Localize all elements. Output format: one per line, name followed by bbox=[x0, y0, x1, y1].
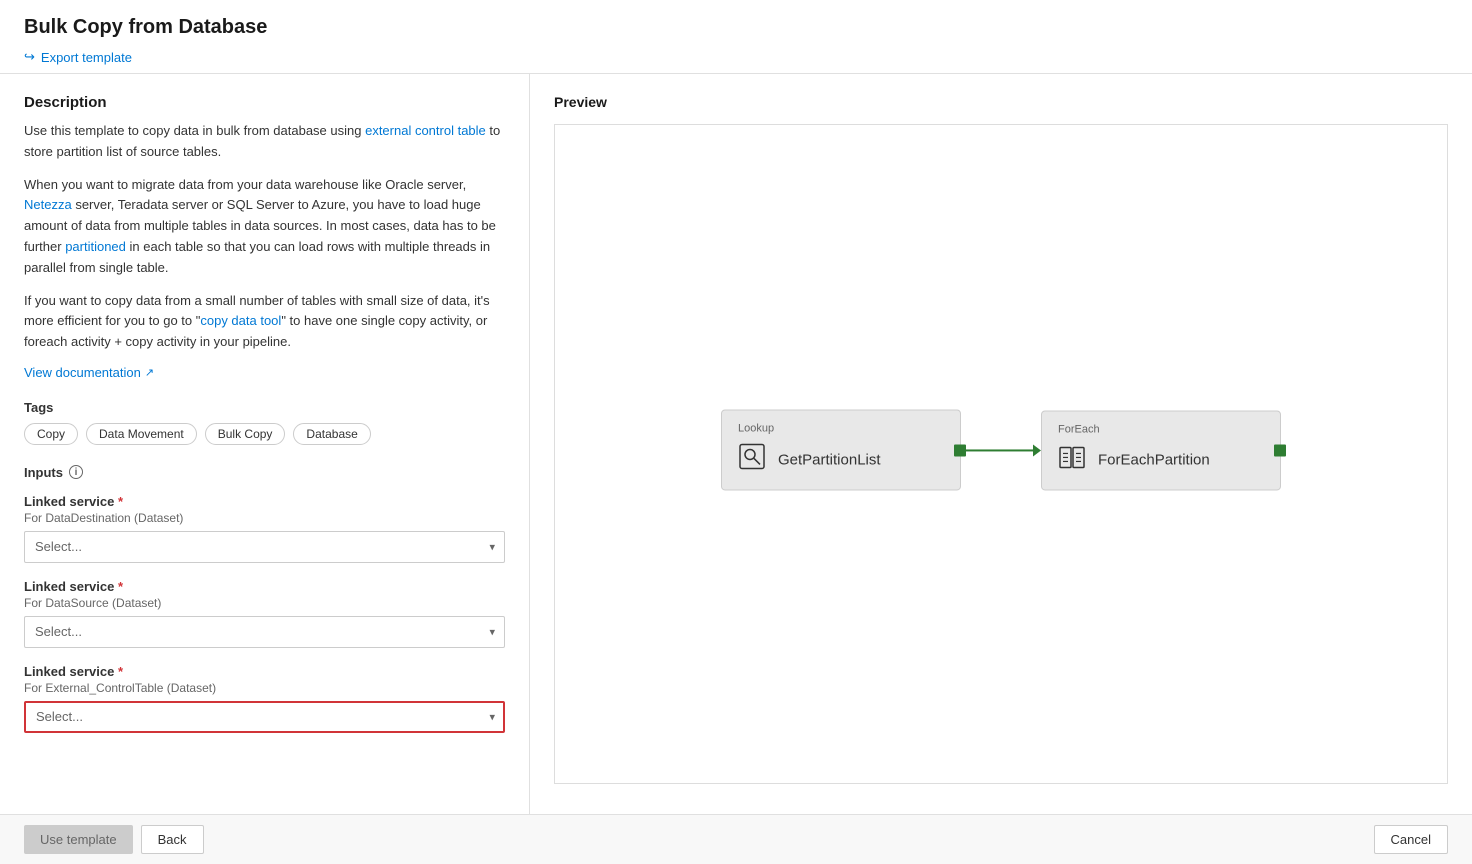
description-title: Description bbox=[24, 94, 505, 111]
lookup-icon bbox=[738, 442, 766, 477]
foreach-type-label: ForEach bbox=[1058, 423, 1264, 435]
inputs-info-icon: i bbox=[69, 465, 83, 479]
foreach-content: ForEachPartition bbox=[1058, 443, 1264, 477]
back-button[interactable]: Back bbox=[141, 825, 204, 854]
linked-service-1-select[interactable]: Select... bbox=[24, 531, 505, 563]
foreach-node: ForEach bbox=[1041, 410, 1281, 490]
arrow-line bbox=[961, 449, 1033, 451]
linked-service-1-sublabel: For DataDestination (Dataset) bbox=[24, 511, 505, 525]
foreach-right-connector bbox=[1274, 444, 1286, 456]
view-docs-label: View documentation bbox=[24, 365, 141, 380]
export-arrow-icon: ↪ bbox=[24, 49, 35, 65]
lookup-node: Lookup GetPartitionList bbox=[721, 409, 961, 490]
copy-tool-link[interactable]: copy data tool bbox=[200, 313, 281, 328]
bottom-left-actions: Use template Back bbox=[24, 825, 204, 854]
description-p1: Use this template to copy data in bulk f… bbox=[24, 121, 505, 163]
description-p2: When you want to migrate data from your … bbox=[24, 175, 505, 279]
tag-data-movement: Data Movement bbox=[86, 423, 197, 445]
preview-title: Preview bbox=[554, 94, 1448, 110]
bottom-bar: Use template Back Cancel bbox=[0, 814, 1472, 864]
external-link-icon: ↗ bbox=[145, 366, 154, 379]
page-title: Bulk Copy from Database bbox=[24, 16, 1448, 39]
export-template-label: Export template bbox=[41, 50, 132, 65]
foreach-node-name: ForEachPartition bbox=[1098, 451, 1210, 468]
linked-service-3-wrapper: Select... ▾ bbox=[24, 701, 505, 733]
preview-canvas: Lookup GetPartitionList bbox=[554, 124, 1448, 784]
linked-service-2-label: Linked service * bbox=[24, 579, 505, 594]
use-template-button[interactable]: Use template bbox=[24, 825, 133, 854]
netezza-link[interactable]: Netezza bbox=[24, 197, 72, 212]
linked-service-2-wrapper: Select... ▾ bbox=[24, 616, 505, 648]
linked-service-1-label: Linked service * bbox=[24, 494, 505, 509]
left-panel: Description Use this template to copy da… bbox=[0, 74, 530, 814]
description-section: Description Use this template to copy da… bbox=[24, 94, 505, 353]
tag-copy: Copy bbox=[24, 423, 78, 445]
lookup-right-connector bbox=[954, 444, 966, 456]
pipeline-container: Lookup GetPartitionList bbox=[721, 409, 1281, 490]
lookup-type-label: Lookup bbox=[738, 422, 944, 434]
linked-service-2-select[interactable]: Select... bbox=[24, 616, 505, 648]
arrow-head bbox=[1033, 444, 1041, 456]
right-panel: Preview Lookup bbox=[530, 74, 1472, 814]
lookup-node-name: GetPartitionList bbox=[778, 451, 881, 468]
linked-service-2-sublabel: For DataSource (Dataset) bbox=[24, 596, 505, 610]
external-link[interactable]: external control table bbox=[365, 123, 486, 138]
inputs-section: Inputs i Linked service * For DataDestin… bbox=[24, 465, 505, 733]
linked-service-3-sublabel: For External_ControlTable (Dataset) bbox=[24, 681, 505, 695]
foreach-icon bbox=[1058, 443, 1086, 477]
view-documentation-link[interactable]: View documentation ↗ bbox=[24, 365, 154, 380]
description-p3: If you want to copy data from a small nu… bbox=[24, 291, 505, 353]
tags-title: Tags bbox=[24, 400, 505, 415]
linked-service-destination-group: Linked service * For DataDestination (Da… bbox=[24, 494, 505, 563]
linked-service-source-group: Linked service * For DataSource (Dataset… bbox=[24, 579, 505, 648]
tags-row: Copy Data Movement Bulk Copy Database bbox=[24, 423, 505, 445]
linked-service-1-wrapper: Select... ▾ bbox=[24, 531, 505, 563]
cancel-button[interactable]: Cancel bbox=[1374, 825, 1448, 854]
export-template-link[interactable]: ↪ Export template bbox=[24, 49, 1448, 65]
tags-section: Tags Copy Data Movement Bulk Copy Databa… bbox=[24, 400, 505, 445]
tag-bulk-copy: Bulk Copy bbox=[205, 423, 286, 445]
linked-service-control-group: Linked service * For External_ControlTab… bbox=[24, 664, 505, 733]
tag-database: Database bbox=[293, 423, 370, 445]
inputs-title: Inputs bbox=[24, 465, 63, 480]
partitioned-link[interactable]: partitioned bbox=[65, 239, 126, 254]
lookup-content: GetPartitionList bbox=[738, 442, 944, 477]
inputs-header: Inputs i bbox=[24, 465, 505, 480]
arrow-connector bbox=[961, 444, 1041, 456]
linked-service-3-select[interactable]: Select... bbox=[24, 701, 505, 733]
linked-service-3-label: Linked service * bbox=[24, 664, 505, 679]
